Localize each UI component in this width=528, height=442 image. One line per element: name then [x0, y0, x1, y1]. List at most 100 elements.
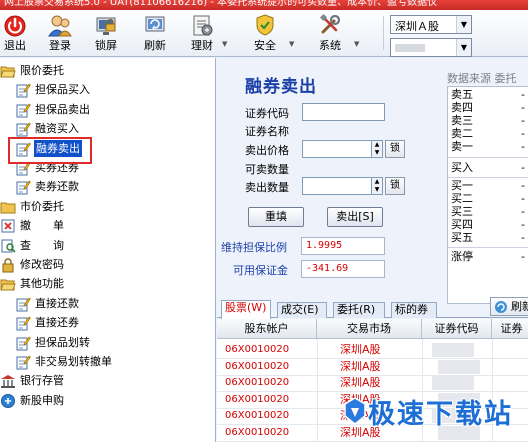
- limit-up: 涨停 -: [451, 250, 525, 263]
- table-header[interactable]: 交易市场: [317, 319, 422, 339]
- refresh-icon: [145, 16, 165, 32]
- table-header[interactable]: 股东帐户: [217, 319, 317, 339]
- password-icon: [0, 257, 16, 273]
- order-pencil-icon: [15, 315, 31, 331]
- tree-item-label: 融资买入: [35, 122, 79, 136]
- ask-level-value: -: [521, 140, 525, 153]
- buy-entry-label: 买入: [451, 161, 473, 174]
- ask-level-label: 卖四: [451, 101, 473, 114]
- ipo-icon: [0, 393, 16, 409]
- bid-level: 买二 -: [451, 192, 525, 205]
- bottom-tab[interactable]: 股票(W): [221, 300, 271, 319]
- ask-level: 卖五 -: [451, 88, 525, 101]
- bottom-tab[interactable]: 委托(R): [333, 302, 385, 318]
- tree-item-label: 非交易划转撤单: [35, 355, 112, 368]
- quote-header: 数据来源 委托: [447, 72, 517, 85]
- sell-submit-button[interactable]: 卖出[S]: [327, 207, 383, 227]
- bid-level-label: 买一: [451, 179, 473, 192]
- exit-label: 退出: [4, 39, 26, 52]
- lock-screen-button[interactable]: 锁屏: [92, 12, 120, 56]
- buy-entry-value: -: [521, 161, 525, 174]
- finance-icon: [193, 15, 213, 36]
- table-refresh-label: 刷新: [511, 300, 528, 313]
- chevron-down-icon[interactable]: ▼: [456, 16, 471, 33]
- chevron-down-icon[interactable]: ▼: [456, 39, 471, 56]
- refresh-toolbar-button[interactable]: 刷新: [141, 12, 169, 56]
- query-icon: [0, 238, 16, 254]
- ask-level-label: 卖五: [451, 88, 473, 101]
- security-code-label: 证券代码: [245, 107, 289, 120]
- order-pencil-icon: [15, 296, 31, 312]
- available-margin-label: 可用保证金: [233, 264, 288, 277]
- tree-item-label: 其他功能: [20, 277, 64, 291]
- ask-level: 卖一 -: [451, 140, 525, 153]
- qty-lock-button[interactable]: 锁: [385, 177, 405, 195]
- available-qty-label: 可卖数量: [245, 163, 289, 176]
- finance-dropdown-icon[interactable]: ▼: [222, 40, 227, 48]
- bid-level-value: -: [521, 192, 525, 205]
- order-pencil-icon: [15, 121, 31, 137]
- table-header[interactable]: 证券代码: [422, 319, 492, 339]
- ask-level: 卖四 -: [451, 101, 525, 114]
- security-dropdown-icon[interactable]: ▼: [289, 40, 294, 48]
- tree-item-label: 限价委托: [20, 64, 64, 77]
- tree-item-label: 卖券还款: [35, 180, 79, 194]
- lock-screen-icon: [96, 17, 116, 35]
- bottom-tab[interactable]: 成交(E): [277, 302, 327, 318]
- quote-divider: [448, 177, 528, 178]
- window-title: 网上股票交易系统5.0 - UAT(81106616216) - 本委托系统提示…: [4, 0, 438, 8]
- limit-up-label: 涨停: [451, 250, 473, 263]
- system-label: 系统: [319, 39, 341, 52]
- function-tree: 限价委托 担保品买入 担保品卖出 融资买入 融券卖出 买券还券 卖券还款 市价委托撤 单查 询…: [0, 58, 216, 442]
- bid-level-value: -: [521, 205, 525, 218]
- bid-level-value: -: [521, 231, 525, 244]
- reset-button[interactable]: 重填: [248, 207, 304, 227]
- login-button[interactable]: 登录: [44, 12, 76, 56]
- table-cell-account: 06X0010020: [225, 377, 290, 388]
- table-cell-redacted: [432, 343, 474, 357]
- table-header[interactable]: 证券: [492, 319, 528, 339]
- table-refresh-button[interactable]: 刷新: [490, 297, 528, 316]
- exit-button[interactable]: 退出: [2, 12, 28, 56]
- bottom-tab[interactable]: 标的券: [391, 302, 437, 318]
- ask-level-value: -: [521, 114, 525, 127]
- sell-price-label: 卖出价格: [245, 144, 289, 157]
- sell-price-input[interactable]: [302, 140, 372, 158]
- watermark: 极速下载站: [340, 388, 528, 442]
- bid-level: 买三 -: [451, 206, 525, 218]
- ask-level: 卖二 -: [451, 128, 525, 140]
- tree-item-label: 银行存管: [20, 374, 64, 388]
- bid-level-value: -: [521, 218, 525, 231]
- bid-level: 买四 -: [451, 219, 525, 231]
- tree-item-label: 直接还券: [35, 316, 79, 330]
- tree-item-label: 担保品卖出: [35, 102, 90, 116]
- security-button[interactable]: 安全: [251, 12, 279, 56]
- tree-item-label: 新股申购: [20, 393, 64, 407]
- sell-qty-input[interactable]: [302, 177, 372, 195]
- system-dropdown-icon[interactable]: ▼: [354, 40, 359, 48]
- watermark-text: 极速下载站: [368, 399, 513, 430]
- refresh-icon: [495, 301, 507, 313]
- selection-highlight-box: [8, 137, 92, 164]
- account-select[interactable]: ▼: [390, 38, 472, 57]
- sell-qty-stepper[interactable]: ▲ ▼: [372, 177, 383, 195]
- finance-button[interactable]: 理财: [188, 12, 216, 56]
- system-button[interactable]: 系统: [316, 12, 344, 56]
- bid-level-label: 买二: [451, 192, 473, 205]
- sell-price-stepper[interactable]: ▲ ▼: [372, 140, 383, 158]
- security-code-input[interactable]: [302, 103, 385, 121]
- ask-level: 卖三 -: [451, 115, 525, 127]
- refresh-toolbar-label: 刷新: [144, 39, 166, 52]
- finance-label: 理财: [191, 39, 213, 52]
- ask-level-value: -: [521, 88, 525, 101]
- table-column-divider: [317, 339, 318, 442]
- security-icon: [256, 14, 274, 36]
- buy-entry: 买入 -: [451, 161, 525, 174]
- ask-level-label: 卖一: [451, 140, 473, 153]
- price-lock-button[interactable]: 锁: [385, 140, 405, 158]
- ask-level-value: -: [521, 127, 525, 140]
- order-pencil-icon: [15, 102, 31, 118]
- exit-icon: [4, 15, 26, 37]
- account-redacted: [395, 44, 425, 52]
- market-select[interactable]: 深圳Ａ股 ▼: [390, 15, 472, 34]
